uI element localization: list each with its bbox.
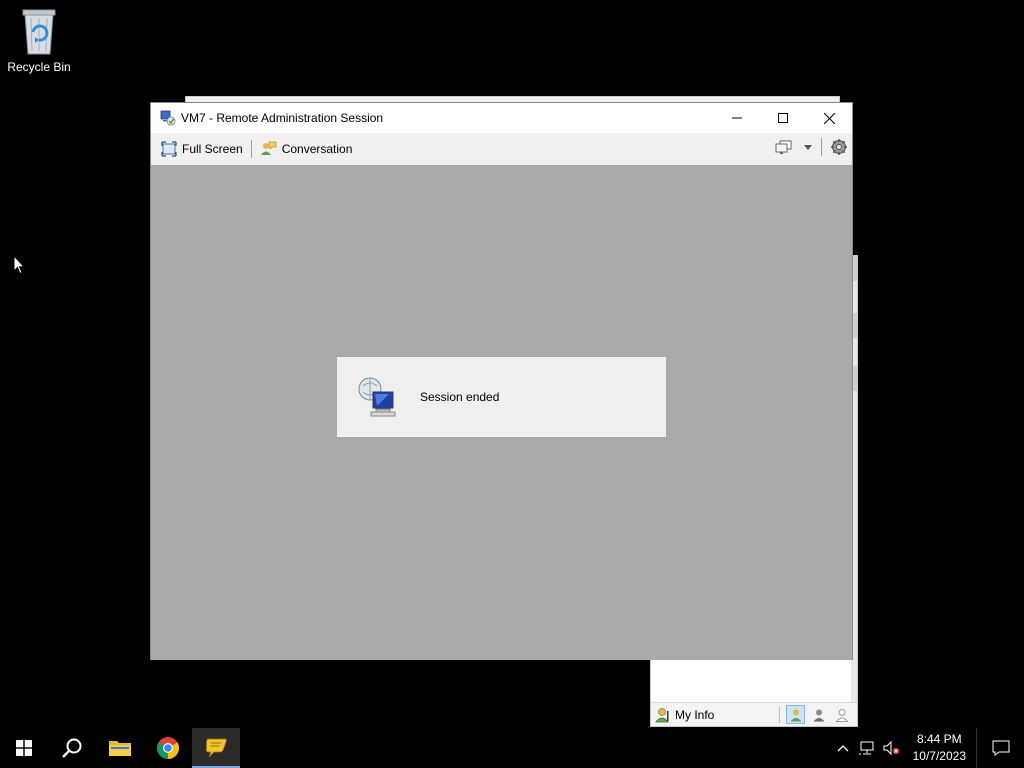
contacts-status-bar: My Info bbox=[651, 702, 857, 726]
volume-button[interactable] bbox=[879, 728, 903, 768]
user-info-icon bbox=[655, 707, 669, 722]
full-screen-label: Full Screen bbox=[182, 142, 243, 156]
network-button[interactable] bbox=[855, 728, 879, 768]
conversation-icon bbox=[260, 141, 277, 155]
status-online-button[interactable] bbox=[786, 705, 805, 724]
my-info-button[interactable]: My Info bbox=[655, 707, 714, 723]
settings-gear-icon[interactable] bbox=[830, 138, 848, 156]
windows-logo-icon bbox=[16, 740, 32, 756]
mouse-cursor-icon bbox=[13, 255, 25, 275]
speaker-muted-icon bbox=[883, 740, 899, 756]
taskbar: 8:44 PM 10/7/2023 bbox=[0, 728, 1024, 768]
user-online-icon bbox=[790, 709, 801, 721]
remote-desktop-ended-icon bbox=[358, 377, 396, 417]
status-offline-button[interactable] bbox=[832, 705, 851, 724]
full-screen-icon bbox=[161, 141, 177, 157]
recycle-bin-shortcut[interactable]: Recycle Bin bbox=[6, 6, 72, 74]
recycle-bin-icon bbox=[22, 9, 56, 55]
search-icon bbox=[62, 738, 82, 758]
status-separator bbox=[779, 707, 780, 723]
recycle-bin-label: Recycle Bin bbox=[7, 60, 71, 74]
chrome-icon bbox=[157, 737, 179, 759]
clock-date: 10/7/2023 bbox=[912, 749, 966, 763]
user-offline-icon bbox=[834, 708, 849, 722]
window-title: VM7 - Remote Administration Session bbox=[181, 111, 384, 125]
toolbar-separator bbox=[250, 140, 252, 158]
display-select-icon[interactable] bbox=[775, 139, 793, 155]
close-icon bbox=[823, 112, 835, 124]
network-icon bbox=[858, 741, 874, 755]
my-info-label: My Info bbox=[675, 707, 715, 722]
minimize-icon bbox=[732, 117, 742, 119]
start-button[interactable] bbox=[0, 728, 48, 768]
status-away-button[interactable] bbox=[809, 705, 828, 724]
clock-time: 8:44 PM bbox=[916, 732, 962, 746]
chrome-button[interactable] bbox=[144, 728, 192, 768]
remote-session-viewport: Session ended bbox=[151, 165, 852, 660]
session-status-text: Session ended bbox=[420, 390, 500, 404]
maximize-icon bbox=[778, 113, 788, 123]
chevron-down-icon[interactable] bbox=[803, 142, 813, 152]
session-toolbar: Full Screen Conversation bbox=[151, 133, 852, 165]
folder-icon bbox=[109, 741, 131, 756]
user-away-icon bbox=[813, 709, 824, 721]
remote-session-app-icon bbox=[160, 110, 176, 126]
file-explorer-button[interactable] bbox=[96, 728, 144, 768]
remote-admin-window: VM7 - Remote Administration Session Full… bbox=[150, 102, 853, 660]
full-screen-button[interactable]: Full Screen bbox=[156, 137, 248, 161]
conversation-button[interactable]: Conversation bbox=[255, 137, 358, 161]
maximize-button[interactable] bbox=[760, 103, 806, 133]
action-center-button[interactable] bbox=[976, 728, 1024, 768]
chat-app-button[interactable] bbox=[192, 728, 240, 768]
conversation-label: Conversation bbox=[281, 142, 353, 156]
show-hidden-icons-button[interactable] bbox=[831, 728, 855, 768]
chat-bubble-icon bbox=[206, 738, 227, 758]
toolbar-separator-right bbox=[821, 138, 822, 156]
close-button[interactable] bbox=[806, 103, 852, 133]
session-status-panel: Session ended bbox=[337, 357, 666, 437]
search-button[interactable] bbox=[48, 728, 96, 768]
notification-icon bbox=[992, 740, 1009, 756]
system-clock[interactable]: 8:44 PM 10/7/2023 bbox=[903, 731, 976, 765]
title-bar[interactable]: VM7 - Remote Administration Session bbox=[151, 103, 852, 133]
chevron-up-icon bbox=[837, 745, 849, 752]
minimize-button[interactable] bbox=[714, 103, 760, 133]
